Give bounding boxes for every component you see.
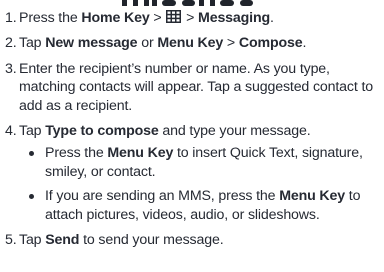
step-5: 5. Tap Send to send your message. <box>5 231 379 249</box>
type-to-compose-label: Type to compose <box>45 123 159 140</box>
home-key-label: Home Key <box>81 10 150 26</box>
menu-key-label: Menu Key <box>279 188 345 205</box>
step-text: > <box>223 35 239 52</box>
compose-label: Compose <box>238 35 303 52</box>
step-text: Tap <box>19 232 46 249</box>
step-number: 4. <box>5 123 17 140</box>
step-text: Enter the recipient’s number or name. As… <box>19 60 373 114</box>
step-text: or <box>137 35 158 52</box>
step-text: Tap <box>19 35 46 52</box>
step-text: and type your message. <box>158 123 311 140</box>
menu-key-label: Menu Key <box>157 35 224 52</box>
step-4: 4. Tap Type to compose and type your mes… <box>5 122 379 224</box>
step-number: 3. <box>5 60 17 77</box>
bullet-icon <box>29 194 34 200</box>
step-2: 2. Tap New message or Menu Key > Compose… <box>5 34 379 52</box>
send-label: Send <box>45 232 80 249</box>
step-text: . <box>302 35 307 52</box>
step-text: Press the <box>19 10 82 26</box>
menu-key-label: Menu Key <box>107 145 174 162</box>
step-3: 3. Enter the recipient’s number or name.… <box>5 60 379 115</box>
sub-list-item: If you are sending an MMS, press the Men… <box>19 187 379 224</box>
step-number: 1. <box>5 10 17 26</box>
cropped-heading-fragment <box>0 0 384 6</box>
sub-item-text: If you are sending an MMS, press the <box>45 188 280 205</box>
messaging-instructions: 1. Press the Home Key > > Messaging. 2. … <box>5 9 379 256</box>
messaging-label: Messaging <box>198 10 271 26</box>
bullet-icon <box>29 151 34 157</box>
step-text: > <box>182 10 199 26</box>
step-1: 1. Press the Home Key > > Messaging. <box>5 9 379 27</box>
step-4-sub-list: Press the Menu Key to insert Quick Text,… <box>19 144 379 224</box>
step-text: . <box>270 10 274 26</box>
new-message-label: New message <box>45 35 138 52</box>
step-number: 5. <box>5 232 17 249</box>
sub-item-text: Press the <box>45 145 108 162</box>
step-number: 2. <box>5 35 17 52</box>
cropped-heading-glyphs <box>122 0 253 6</box>
step-text: Tap <box>19 123 46 140</box>
sub-list-item: Press the Menu Key to insert Quick Text,… <box>19 144 379 181</box>
step-text: to send your message. <box>79 232 224 249</box>
app-grid-icon <box>166 10 182 23</box>
step-text: > <box>149 10 166 26</box>
